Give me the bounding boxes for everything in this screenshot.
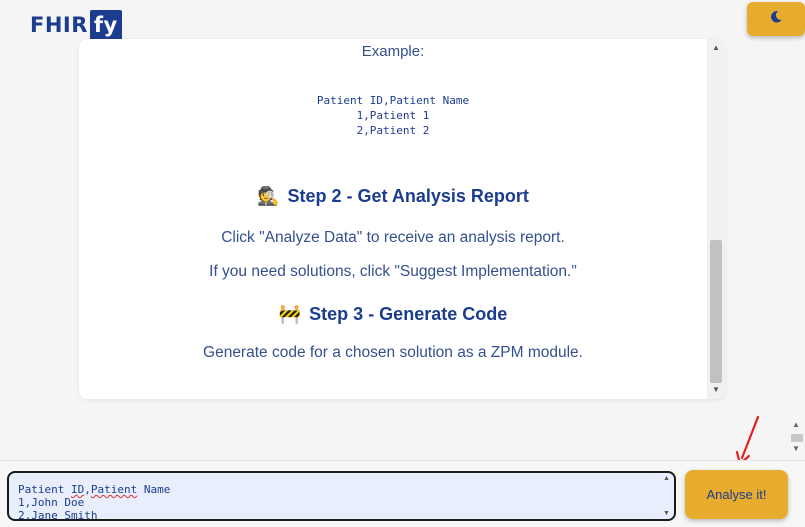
scroll-up-arrow-icon[interactable]: ▲ [711,43,721,53]
input-text-line: 1,John Doe [18,496,85,509]
step3-heading: 🚧 Step 3 - Generate Code [79,304,707,325]
input-scrollbar[interactable]: ▲ ▼ [662,475,672,517]
scroll-down-arrow-icon[interactable]: ▼ [711,385,721,395]
code-line: 1,Patient 1 [356,109,430,122]
step3-text: Generate code for a chosen solution as a… [203,344,583,361]
input-text-segment: , [84,483,91,496]
instructions-card: Example: Patient ID,Patient Name 1,Patie… [79,39,725,399]
logo-badge: fy [89,10,122,40]
card-scrollbar[interactable]: ▲ ▼ [707,39,725,399]
page-scrollbar[interactable]: ▲ ▼ [789,420,805,460]
scroll-up-arrow-icon[interactable]: ▲ [792,420,800,429]
step2-heading: 🕵️ Step 2 - Get Analysis Report [79,186,707,207]
analyse-button[interactable]: Analyse it! [685,470,788,519]
scrollbar-thumb[interactable] [710,240,722,383]
step3-title: Step 3 - Generate Code [309,304,508,324]
detective-icon: 🕵️ [257,186,280,206]
input-text-segment: Name [137,483,171,496]
step2-text-1: Click "Analyze Data" to receive an analy… [221,229,565,246]
example-label: Example: [361,43,425,60]
theme-toggle-button[interactable] [747,2,805,36]
scroll-down-arrow-icon[interactable]: ▼ [792,444,800,453]
input-text-segment: ID [70,483,85,496]
moon-icon [769,10,783,29]
code-line: 2,Patient 2 [356,124,430,137]
logo-text: FHIR [30,13,88,37]
scrollbar-thumb[interactable] [791,434,803,442]
scroll-up-arrow-icon[interactable]: ▲ [663,475,670,482]
step2-text-2: If you need solutions, click "Suggest Im… [209,263,577,280]
instructions-content: Example: Patient ID,Patient Name 1,Patie… [79,39,707,399]
construction-icon: 🚧 [278,304,302,324]
example-code: Patient ID,Patient Name 1,Patient 1 2,Pa… [79,93,707,138]
input-text-segment: Patient [18,483,71,496]
scroll-down-arrow-icon[interactable]: ▼ [663,510,670,517]
csv-input-text[interactable]: Patient ID,Patient Name 1,John Doe 2,Jan… [18,483,654,521]
code-line: Patient ID,Patient Name [316,94,470,107]
app-logo[interactable]: FHIR fy [30,10,122,40]
input-text-segment: Patient [90,483,138,496]
step2-title: Step 2 - Get Analysis Report [287,186,529,206]
input-text-line: 2,Jane Smith [18,509,98,521]
red-arrow-icon [735,415,760,466]
csv-input-textarea[interactable]: Patient ID,Patient Name 1,John Doe 2,Jan… [7,471,676,521]
